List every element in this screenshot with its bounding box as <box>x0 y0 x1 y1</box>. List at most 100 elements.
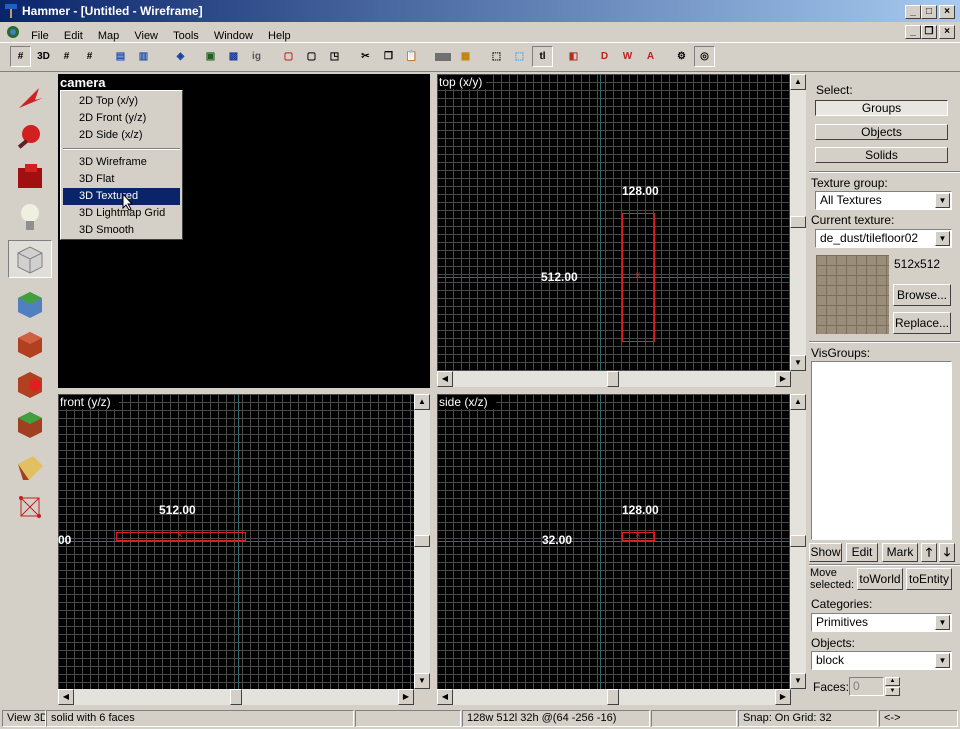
side-vscroll[interactable]: ▲ ▼ <box>790 394 806 689</box>
current-texture-select[interactable]: de_dust/tilefloor02 ▼ <box>815 229 952 248</box>
paste-icon[interactable]: 📋 <box>401 46 422 67</box>
top-vscroll[interactable]: ▲ ▼ <box>790 74 806 371</box>
texture-tool-icon[interactable] <box>8 285 52 323</box>
scroll-up-arrow[interactable]: ▲ <box>790 394 806 410</box>
menu-item-3d-wireframe[interactable]: 3D Wireframe <box>61 154 182 171</box>
scroll-thumb[interactable] <box>607 689 619 705</box>
faces-spin-down[interactable]: ▼ <box>885 687 900 696</box>
block-icon[interactable]: ◳ <box>324 46 345 67</box>
menu-item-2d-top[interactable]: 2D Top (x/y) <box>61 93 182 110</box>
group-icon[interactable]: ▤ <box>110 46 131 67</box>
arrow-down-icon[interactable]: 🡓 <box>939 543 955 562</box>
block-tool-icon[interactable] <box>8 240 52 278</box>
categories-select[interactable]: Primitives ▼ <box>811 613 952 632</box>
top-hscroll[interactable]: ◀ ▶ <box>437 371 791 387</box>
chevron-down-icon[interactable]: ▼ <box>935 231 950 246</box>
faces-spin-up[interactable]: ▲ <box>885 677 900 686</box>
magnify-tool-icon[interactable] <box>8 118 52 156</box>
menu-item-2d-front[interactable]: 2D Front (y/z) <box>61 110 182 127</box>
path-tool-icon[interactable] <box>8 488 52 526</box>
show-button[interactable]: Show <box>809 543 842 562</box>
apply-texture-tool-icon[interactable] <box>8 325 52 363</box>
scroll-down-arrow[interactable]: ▼ <box>790 673 806 689</box>
maximize-button[interactable]: □ <box>921 5 937 19</box>
mdi-restore-button[interactable]: ❐ <box>921 25 937 39</box>
scroll-right-arrow[interactable]: ▶ <box>775 689 791 705</box>
camera-tool-icon[interactable] <box>8 158 52 196</box>
menu-item-3d-flat[interactable]: 3D Flat <box>61 171 182 188</box>
select-objects-button[interactable]: Objects <box>815 124 948 140</box>
tl-button[interactable]: tl <box>532 46 553 67</box>
grid-smaller-icon[interactable]: # <box>56 46 77 67</box>
texture-lock-icon[interactable] <box>432 46 453 67</box>
front-vscroll[interactable]: ▲ ▼ <box>414 394 430 689</box>
scroll-thumb[interactable] <box>230 689 242 705</box>
selection-tool-icon[interactable] <box>8 78 52 116</box>
texture-scale-icon[interactable]: ▦ <box>455 46 476 67</box>
browse-button[interactable]: Browse... <box>893 284 951 306</box>
ignore-groups-icon[interactable]: ig <box>246 46 267 67</box>
arrow-up-icon[interactable]: 🡑 <box>921 543 937 562</box>
run-icon[interactable]: ⚙ <box>671 46 692 67</box>
visgroups-list[interactable] <box>811 361 952 540</box>
texture-group-select[interactable]: All Textures ▼ <box>815 191 952 210</box>
side-hscroll[interactable]: ◀ ▶ <box>437 689 791 705</box>
front-hscroll[interactable]: ◀ ▶ <box>58 689 414 705</box>
front-viewport[interactable]: front (y/z) × 512.00 00 <box>58 394 414 689</box>
faces-input[interactable]: 0 <box>849 677 884 696</box>
top-viewport[interactable]: top (x/y) × 128.00 512.00 <box>437 74 791 371</box>
3d-grid-button[interactable]: 3D <box>33 46 54 67</box>
ungroup-icon[interactable]: ▥ <box>133 46 154 67</box>
side-viewport[interactable]: side (x/z) × 128.00 32.00 <box>437 394 791 689</box>
copy-icon[interactable]: ❐ <box>378 46 399 67</box>
compile-vis-icon[interactable]: W <box>617 46 638 67</box>
mdi-close-button[interactable]: × <box>939 25 955 39</box>
to-entity-button[interactable]: toEntity <box>906 568 952 590</box>
scroll-thumb[interactable] <box>414 535 430 547</box>
hide-icon[interactable]: ▣ <box>200 46 221 67</box>
entity-icon[interactable]: ◈ <box>170 46 191 67</box>
scroll-left-arrow[interactable]: ◀ <box>437 689 453 705</box>
mark-button[interactable]: Mark <box>882 543 918 562</box>
scroll-up-arrow[interactable]: ▲ <box>790 74 806 90</box>
scroll-down-arrow[interactable]: ▼ <box>790 355 806 371</box>
vertex-tool-icon[interactable] <box>8 448 52 486</box>
hollow-icon[interactable]: ▢ <box>301 46 322 67</box>
scroll-left-arrow[interactable]: ◀ <box>58 689 74 705</box>
objects-select[interactable]: block ▼ <box>811 651 952 670</box>
scroll-right-arrow[interactable]: ▶ <box>775 371 791 387</box>
compile-rad-icon[interactable]: A <box>640 46 661 67</box>
select-solids-button[interactable]: Solids <box>815 147 948 163</box>
clip-tool-icon[interactable] <box>8 405 52 443</box>
scroll-thumb[interactable] <box>790 535 806 547</box>
scroll-right-arrow[interactable]: ▶ <box>398 689 414 705</box>
scroll-up-arrow[interactable]: ▲ <box>414 394 430 410</box>
decal-tool-icon[interactable] <box>8 365 52 403</box>
show-icon[interactable]: ▩ <box>223 46 244 67</box>
flip-icon[interactable]: ◧ <box>563 46 584 67</box>
scroll-thumb[interactable] <box>607 371 619 387</box>
carve-icon[interactable]: ▢ <box>278 46 299 67</box>
grid-icon[interactable]: # <box>10 46 31 67</box>
menu-item-3d-smooth[interactable]: 3D Smooth <box>61 222 182 239</box>
edit-button[interactable]: Edit <box>846 543 878 562</box>
close-button[interactable]: × <box>939 5 955 19</box>
scroll-left-arrow[interactable]: ◀ <box>437 371 453 387</box>
chevron-down-icon[interactable]: ▼ <box>935 615 950 630</box>
mdi-minimize-button[interactable]: _ <box>905 25 921 39</box>
replace-button[interactable]: Replace... <box>893 312 951 334</box>
grid-larger-icon[interactable]: # <box>79 46 100 67</box>
chevron-down-icon[interactable]: ▼ <box>935 653 950 668</box>
scroll-thumb[interactable] <box>790 216 806 228</box>
select-cursor-icon[interactable]: ⬚ <box>509 46 530 67</box>
entity-tool-icon[interactable] <box>8 198 52 236</box>
game-icon[interactable]: ◎ <box>694 46 715 67</box>
menu-item-2d-side[interactable]: 2D Side (x/z) <box>61 127 182 144</box>
scroll-down-arrow[interactable]: ▼ <box>414 673 430 689</box>
select-box-icon[interactable]: ⬚ <box>486 46 507 67</box>
select-groups-button[interactable]: Groups <box>815 100 948 116</box>
chevron-down-icon[interactable]: ▼ <box>935 193 950 208</box>
cut-icon[interactable]: ✂ <box>355 46 376 67</box>
to-world-button[interactable]: toWorld <box>857 568 903 590</box>
compile-icon[interactable]: D <box>594 46 615 67</box>
